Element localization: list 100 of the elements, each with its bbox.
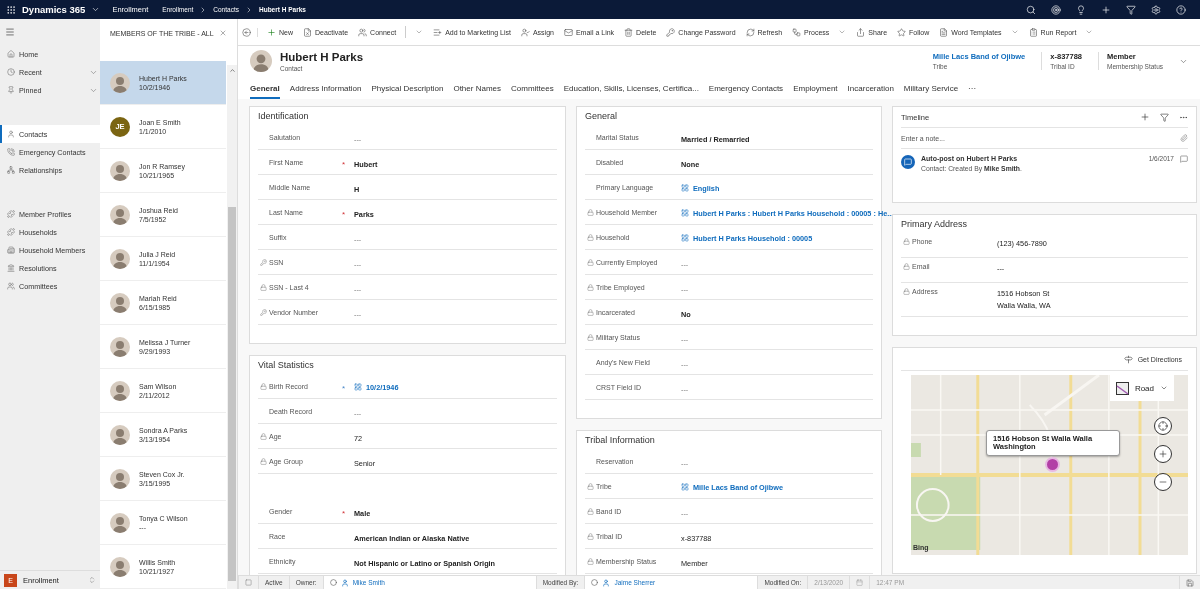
calendar-icon bbox=[856, 579, 864, 586]
tab[interactable]: Military Service bbox=[903, 82, 959, 99]
lock-icon bbox=[587, 208, 594, 216]
lock-icon bbox=[587, 557, 594, 565]
pin-icon bbox=[7, 86, 15, 94]
required-mark: * bbox=[342, 160, 346, 169]
section-title: Identification bbox=[258, 111, 309, 121]
landmark-icon bbox=[7, 264, 15, 272]
tab[interactable]: Education, Skills, Licenses, Certifica... bbox=[563, 82, 699, 99]
settings-icon bbox=[1151, 4, 1161, 15]
key-icon bbox=[260, 258, 267, 266]
tab[interactable]: General bbox=[250, 82, 280, 99]
plus-icon bbox=[1140, 112, 1150, 122]
tab[interactable]: Address Information bbox=[289, 82, 362, 99]
caret-icon bbox=[1085, 28, 1094, 36]
lock-icon bbox=[587, 333, 594, 341]
map-style-icon bbox=[1115, 381, 1129, 395]
lock-icon bbox=[587, 308, 594, 316]
key-icon bbox=[260, 308, 267, 316]
avatar bbox=[110, 160, 130, 181]
report-icon bbox=[1028, 27, 1038, 37]
scroll-up-icon[interactable] bbox=[228, 67, 236, 74]
lock-icon bbox=[587, 258, 594, 266]
home-icon bbox=[7, 50, 15, 58]
lock-icon bbox=[903, 288, 910, 295]
avatar bbox=[110, 512, 130, 533]
lightbulb-icon bbox=[1076, 4, 1086, 15]
tab[interactable]: ··· bbox=[968, 82, 977, 99]
presence-icon bbox=[591, 579, 599, 586]
lock-icon bbox=[260, 283, 267, 291]
status-icon bbox=[245, 579, 252, 586]
section-title: Vital Statistics bbox=[258, 360, 314, 370]
required-mark: * bbox=[342, 384, 346, 393]
close-icon bbox=[219, 29, 227, 37]
plus-icon bbox=[1158, 449, 1168, 460]
paperclip-icon bbox=[1180, 134, 1188, 142]
avatar bbox=[250, 50, 272, 72]
grid-icon bbox=[354, 383, 362, 391]
record-title: Hubert H Parks bbox=[280, 50, 365, 63]
lock-icon bbox=[260, 457, 267, 465]
signpost-icon bbox=[1123, 354, 1133, 364]
lock-icon bbox=[903, 238, 910, 245]
avatar bbox=[110, 556, 130, 577]
help-icon bbox=[1176, 4, 1186, 15]
tab[interactable]: Employment bbox=[793, 82, 838, 99]
tab[interactable]: Incarceration bbox=[847, 82, 894, 99]
avatar bbox=[110, 292, 130, 313]
menu-icon bbox=[5, 27, 15, 37]
locate-icon bbox=[1158, 421, 1168, 432]
refresh-icon bbox=[745, 27, 755, 37]
lock-icon bbox=[587, 532, 594, 540]
lock-icon bbox=[260, 432, 267, 440]
avatar bbox=[110, 72, 130, 93]
avatar bbox=[110, 336, 130, 357]
building-icon bbox=[7, 246, 15, 254]
post-icon bbox=[901, 155, 915, 169]
tab[interactable]: Other Names bbox=[453, 82, 501, 99]
lock-icon bbox=[260, 382, 267, 390]
save-icon bbox=[1186, 578, 1194, 587]
person-icon bbox=[520, 27, 530, 37]
tab[interactable]: Emergency Contacts bbox=[708, 82, 784, 99]
plus-icon bbox=[267, 27, 276, 37]
section-title: Primary Address bbox=[901, 219, 968, 229]
map-style-dropdown[interactable]: Road bbox=[1109, 375, 1174, 402]
share-icon bbox=[856, 27, 866, 37]
person-icon bbox=[7, 130, 15, 138]
grid-icon bbox=[681, 483, 689, 491]
lock-icon bbox=[587, 482, 594, 490]
target-icon bbox=[1051, 4, 1061, 15]
avatar bbox=[110, 204, 130, 225]
tab[interactable]: Committees bbox=[511, 82, 554, 99]
mail-icon bbox=[563, 27, 573, 37]
scrollbar[interactable] bbox=[227, 65, 237, 589]
chevron-icon bbox=[91, 5, 101, 14]
plus-icon bbox=[1101, 4, 1111, 15]
caret-icon bbox=[1010, 28, 1019, 36]
lock-icon bbox=[587, 283, 594, 291]
avatar bbox=[110, 468, 130, 489]
required-mark: * bbox=[342, 210, 346, 219]
flow-icon bbox=[792, 27, 802, 37]
document-icon bbox=[939, 27, 949, 37]
key-icon bbox=[666, 27, 676, 37]
section-title: Tribal Information bbox=[585, 435, 655, 445]
tab[interactable]: Physical Description bbox=[371, 82, 444, 99]
app-title: Dynamics 365 bbox=[22, 4, 86, 15]
hierarchy-icon bbox=[7, 166, 15, 174]
search-icon bbox=[1026, 4, 1036, 15]
list-add-icon bbox=[433, 27, 443, 37]
document-icon bbox=[303, 27, 312, 37]
puzzle-icon bbox=[7, 228, 15, 236]
avatar bbox=[110, 380, 130, 401]
lock-icon bbox=[903, 263, 910, 270]
person-icon bbox=[340, 578, 349, 587]
lock-icon bbox=[587, 233, 594, 241]
clock-icon bbox=[7, 68, 15, 76]
avatar bbox=[110, 248, 130, 269]
phone-icon bbox=[7, 148, 15, 156]
lock-icon bbox=[587, 507, 594, 515]
grid-icon bbox=[681, 209, 689, 217]
star-icon bbox=[897, 27, 907, 37]
